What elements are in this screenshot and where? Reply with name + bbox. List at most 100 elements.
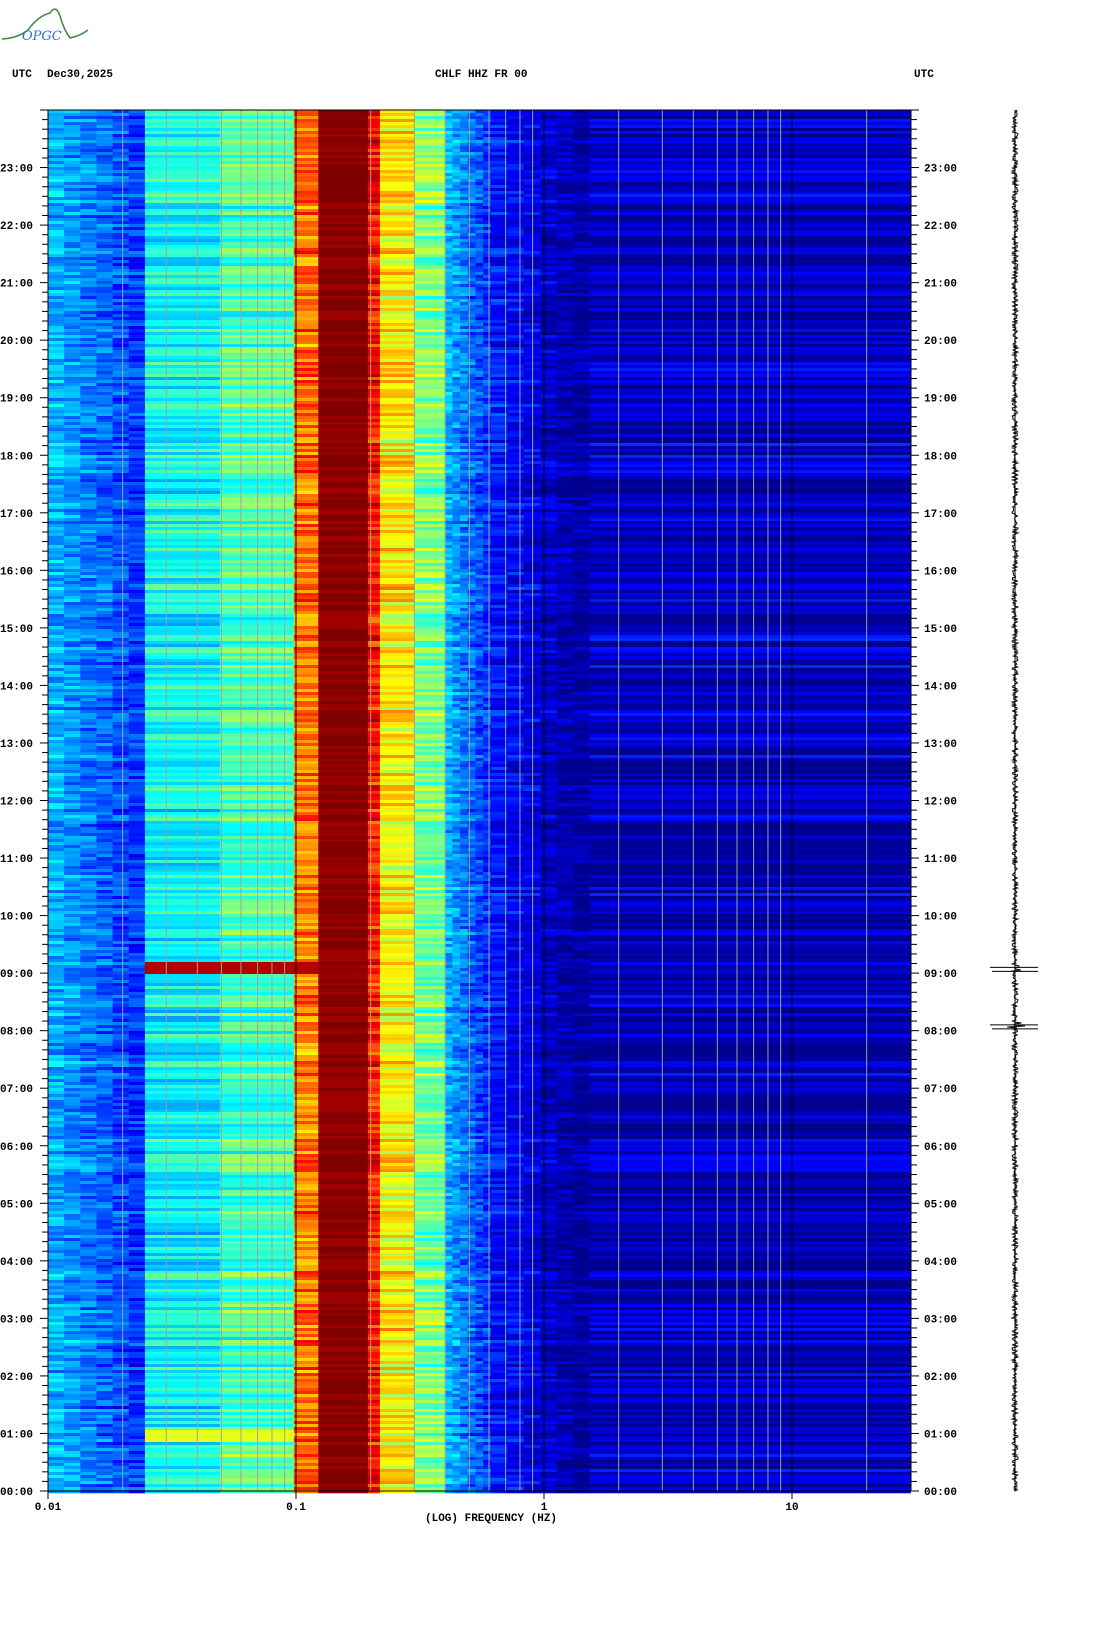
spectrogram-cell bbox=[452, 227, 461, 231]
spectrogram-cell bbox=[589, 344, 911, 348]
spectrogram-cell bbox=[144, 230, 221, 234]
spectrogram-cell bbox=[573, 284, 591, 288]
spectrogram-cell bbox=[128, 125, 146, 129]
spectrogram-cell bbox=[64, 488, 81, 492]
spectrogram-cell bbox=[96, 635, 114, 639]
spectrogram-cell bbox=[556, 416, 574, 420]
spectrogram-cell bbox=[573, 341, 591, 345]
spectrogram-cell bbox=[507, 413, 525, 417]
spectrogram-cell bbox=[80, 590, 97, 594]
spectrogram-cell bbox=[293, 503, 319, 507]
spectrogram-cell bbox=[475, 563, 484, 567]
spectrogram-cell bbox=[128, 323, 146, 327]
spectrogram-cell bbox=[573, 581, 591, 585]
spectrogram-cell bbox=[573, 584, 591, 588]
spectrogram-cell bbox=[540, 575, 558, 579]
spectrogram-cell bbox=[415, 647, 446, 651]
spectrogram-cell bbox=[556, 257, 574, 261]
spectrogram-cell bbox=[318, 224, 369, 228]
spectrogram-cell bbox=[540, 233, 558, 237]
spectrogram-cell bbox=[483, 551, 492, 555]
spectrogram-cell bbox=[318, 572, 369, 576]
spectrogram-cell bbox=[540, 137, 558, 141]
spectrogram-cell bbox=[573, 215, 591, 219]
spectrogram-cell bbox=[128, 392, 146, 396]
spectrogram-cell bbox=[556, 275, 574, 279]
spectrogram-cell bbox=[219, 611, 295, 615]
spectrogram-cell bbox=[318, 626, 369, 630]
spectrogram-cell bbox=[540, 188, 558, 192]
spectrogram-cell bbox=[367, 611, 381, 615]
spectrogram-cell bbox=[318, 215, 369, 219]
spectrogram-cell bbox=[475, 281, 484, 285]
spectrogram-cell bbox=[589, 572, 911, 576]
spectrogram-cell bbox=[460, 518, 469, 522]
spectrogram-cell bbox=[452, 194, 461, 198]
spectrogram-cell bbox=[507, 509, 525, 513]
spectrogram-cell bbox=[415, 614, 446, 618]
spectrogram-cell bbox=[475, 662, 484, 666]
spectrogram-cell bbox=[80, 578, 97, 582]
spectrogram-cell bbox=[573, 218, 591, 222]
spectrogram-cell bbox=[573, 647, 591, 651]
spectrogram-cell bbox=[444, 194, 453, 198]
spectrogram-cell bbox=[48, 491, 65, 495]
spectrogram-cell bbox=[379, 314, 416, 318]
spectrogram-cell bbox=[540, 353, 558, 357]
spectrogram-cell bbox=[556, 656, 574, 660]
spectrogram-cell bbox=[64, 413, 81, 417]
spectrogram-cell bbox=[293, 290, 319, 294]
spectrogram-cell bbox=[573, 149, 591, 153]
spectrogram-cell bbox=[48, 644, 65, 648]
spectrogram-cell bbox=[556, 659, 574, 663]
spectrogram-cell bbox=[48, 305, 65, 309]
spectrogram-cell bbox=[379, 236, 416, 240]
spectrogram-cell bbox=[367, 119, 381, 123]
spectrogram-cell bbox=[452, 185, 461, 189]
spectrogram-cell bbox=[444, 146, 453, 150]
spectrogram-cell bbox=[80, 119, 97, 123]
spectrogram-cell bbox=[452, 536, 461, 540]
spectrogram-cell bbox=[483, 488, 492, 492]
spectrogram-cell bbox=[96, 326, 114, 330]
spectrogram-cell bbox=[318, 614, 369, 618]
spectrogram-cell bbox=[367, 176, 381, 180]
spectrogram-cell bbox=[507, 137, 525, 141]
spectrogram-cell bbox=[112, 329, 130, 333]
spectrogram-cell bbox=[460, 524, 469, 528]
spectrogram-cell bbox=[540, 326, 558, 330]
spectrogram-cell bbox=[48, 212, 65, 216]
spectrogram-cell bbox=[80, 455, 97, 459]
spectrogram-cell bbox=[367, 407, 381, 411]
spectrogram-cell bbox=[293, 605, 319, 609]
spectrogram-cell bbox=[540, 467, 558, 471]
spectrogram-cell bbox=[112, 299, 130, 303]
spectrogram-cell bbox=[475, 518, 484, 522]
spectrogram-cell bbox=[379, 239, 416, 243]
spectrogram-cell bbox=[219, 554, 295, 558]
spectrogram-cell bbox=[452, 584, 461, 588]
spectrogram-cell bbox=[415, 665, 446, 669]
spectrogram-cell bbox=[589, 545, 911, 549]
spectrogram-cell bbox=[483, 512, 492, 516]
spectrogram-cell bbox=[444, 248, 453, 252]
spectrogram-cell bbox=[48, 137, 65, 141]
spectrogram-cell bbox=[573, 257, 591, 261]
spectrogram-cell bbox=[48, 656, 65, 660]
spectrogram-cell bbox=[293, 293, 319, 297]
spectrogram-cell bbox=[507, 428, 525, 432]
spectrogram-cell bbox=[96, 476, 114, 480]
spectrogram-cell bbox=[556, 662, 574, 666]
spectrogram-cell bbox=[556, 179, 574, 183]
spectrogram-cell bbox=[556, 317, 574, 321]
spectrogram-cell bbox=[415, 290, 446, 294]
spectrogram-cell bbox=[460, 461, 469, 465]
spectrogram-cell bbox=[80, 128, 97, 132]
spectrogram-cell bbox=[318, 575, 369, 579]
spectrogram-cell bbox=[589, 533, 911, 537]
spectrogram-cell bbox=[64, 602, 81, 606]
spectrogram-cell bbox=[80, 404, 97, 408]
spectrogram-cell bbox=[460, 512, 469, 516]
spectrogram-cell bbox=[444, 407, 453, 411]
spectrogram-cell bbox=[444, 605, 453, 609]
